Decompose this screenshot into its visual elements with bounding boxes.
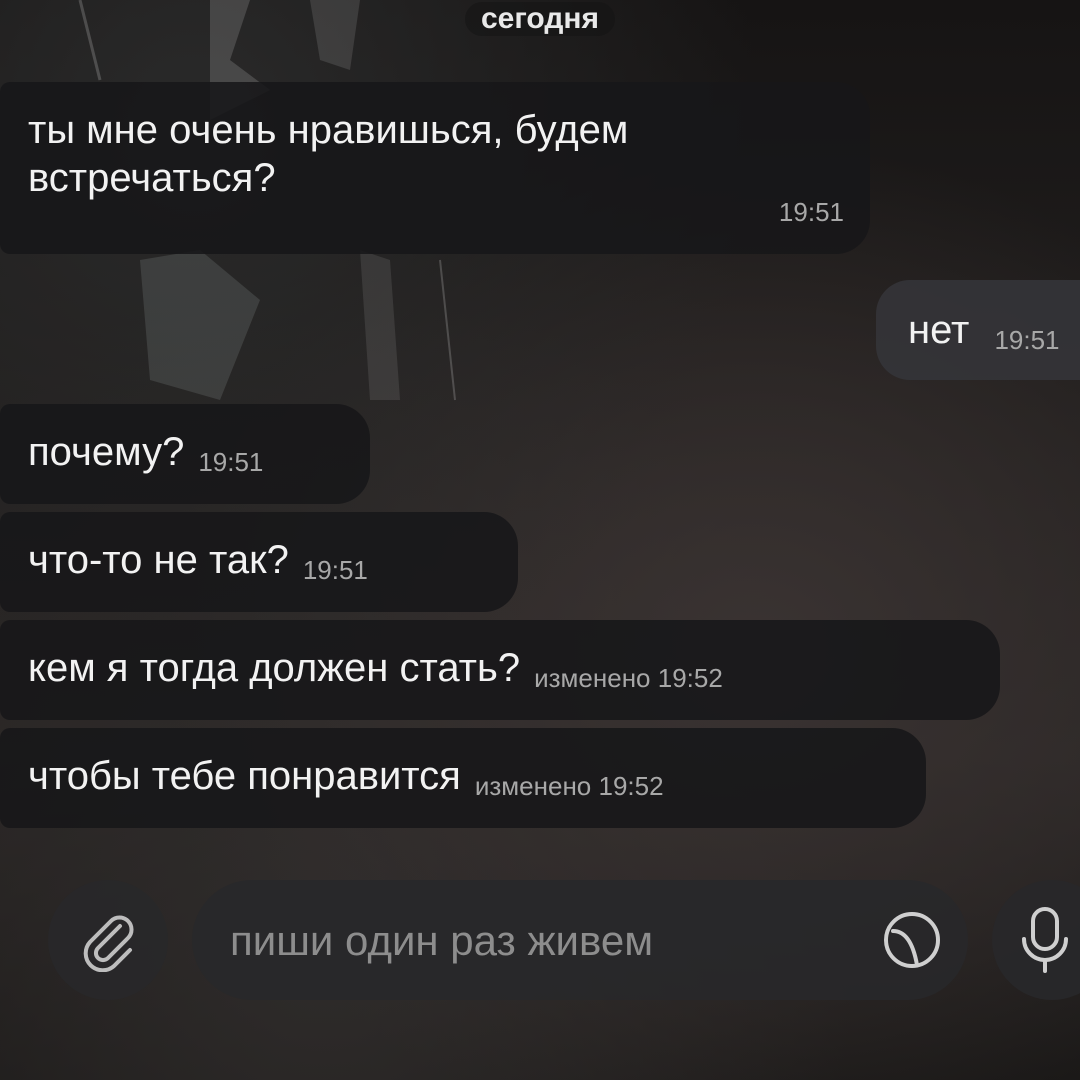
edited-label: изменено [474, 771, 592, 801]
date-separator: сегодня [0, 0, 1080, 42]
message-bubble-incoming[interactable]: что-то не так? 19:51 [0, 512, 518, 612]
edited-label: изменено [534, 663, 651, 693]
chat-screen: сегодня ты мне очень нравишься, будем вс… [0, 0, 1080, 1080]
message-input-container[interactable] [192, 880, 968, 1000]
message-text: почему? [28, 430, 185, 474]
message-text: нет [908, 308, 970, 352]
message-time: 19:51 [198, 447, 264, 477]
message-time: 19:51 [302, 555, 368, 585]
microphone-icon [1022, 907, 1068, 973]
message-edited-time: изменено 19:52 [475, 771, 664, 801]
sticker-button[interactable] [878, 906, 946, 974]
date-label: сегодня [464, 2, 616, 36]
message-bubble-incoming[interactable]: кем я тогда должен стать? изменено 19:52 [0, 620, 1000, 720]
message-bubble-incoming[interactable]: чтобы тебе понравится изменено 19:52 [0, 728, 926, 828]
message-text: кем я тогда должен стать? [28, 646, 521, 690]
attach-button[interactable] [48, 880, 168, 1000]
message-time: 19:51 [778, 197, 844, 227]
message-time: 19:51 [994, 325, 1060, 355]
message-input[interactable] [228, 910, 852, 972]
message-text: чтобы тебе понравится [28, 754, 461, 798]
message-time: 19:52 [657, 663, 723, 693]
message-bubble-outgoing[interactable]: нет 19:51 [876, 280, 1080, 380]
message-bubble-incoming[interactable]: почему? 19:51 [0, 404, 370, 504]
message-time: 19:52 [598, 771, 664, 801]
voice-message-button[interactable] [992, 880, 1080, 1000]
message-bubble-incoming[interactable]: ты мне очень нравишься, будем встречатьс… [0, 82, 870, 254]
message-edited-time: изменено 19:52 [534, 663, 723, 693]
message-text: что-то не так? [28, 538, 289, 582]
paperclip-icon [83, 915, 134, 972]
message-text: ты мне очень нравишься, будем встречатьс… [28, 108, 629, 200]
sticker-icon [884, 912, 940, 968]
